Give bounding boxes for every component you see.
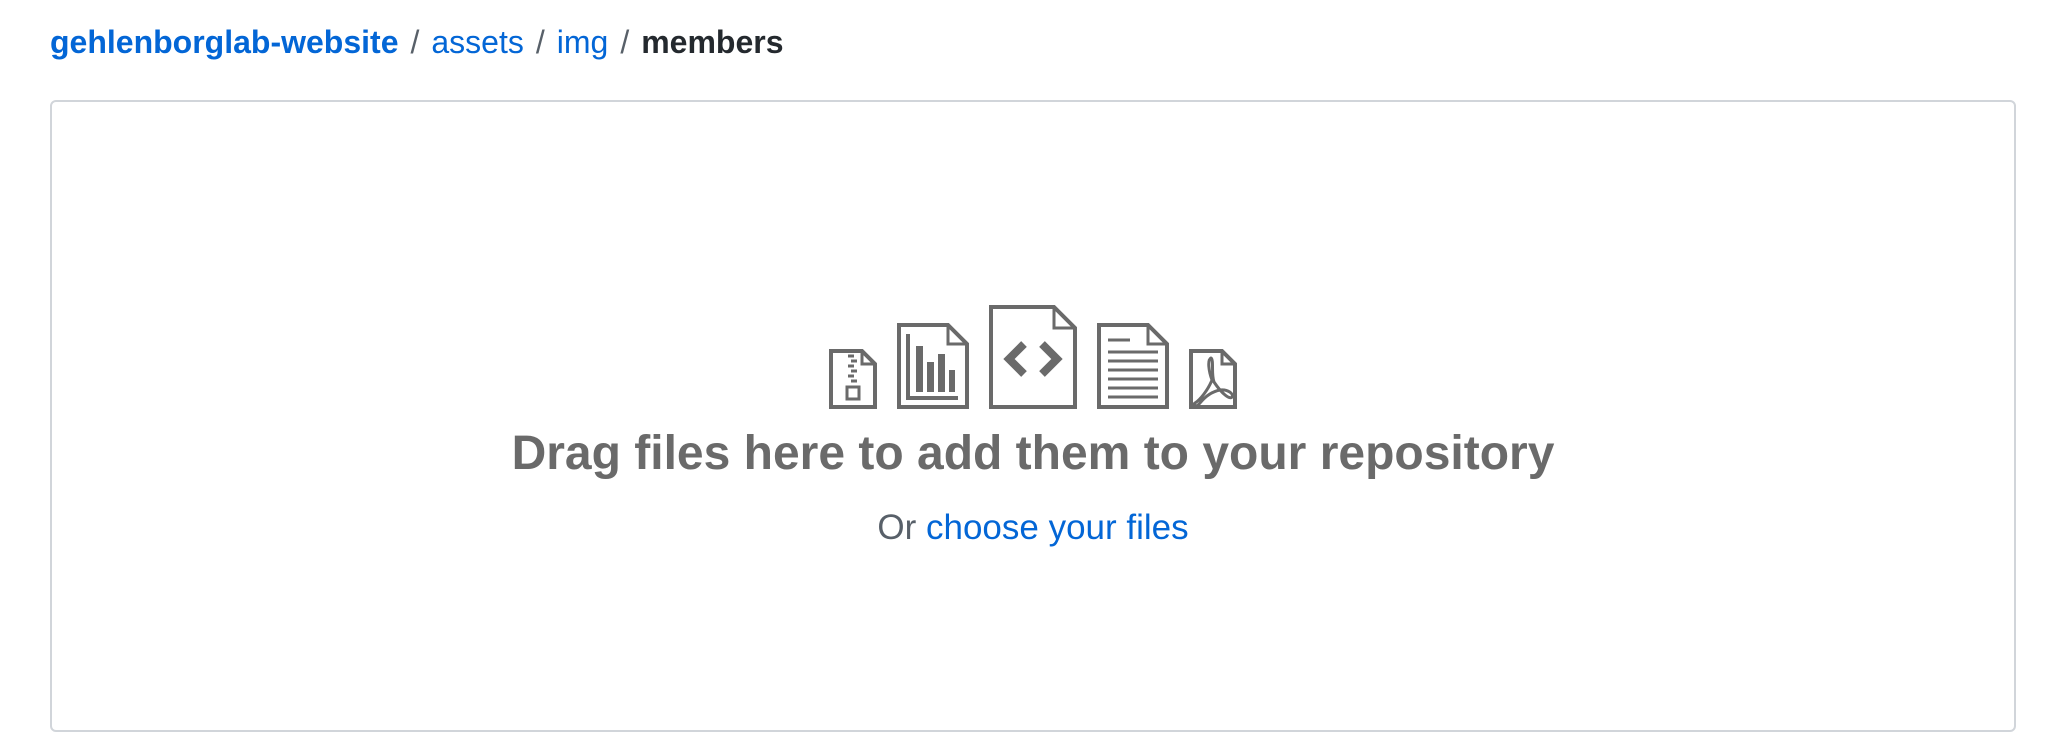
or-text: Or [877, 508, 917, 547]
breadcrumb: gehlenborglab-website / assets / img / m… [50, 22, 784, 62]
file-pdf-icon [1188, 348, 1238, 410]
breadcrumb-current-folder: members [641, 24, 784, 60]
file-zip-icon [828, 348, 878, 410]
file-drop-zone[interactable]: Drag files here to add them to your repo… [50, 100, 2016, 732]
drop-zone-headline: Drag files here to add them to your repo… [511, 427, 1555, 480]
choose-files-link[interactable]: choose your files [926, 508, 1189, 547]
file-text-icon [1096, 322, 1170, 410]
breadcrumb-separator: / [620, 24, 630, 60]
file-type-icons [52, 300, 2014, 410]
file-code-icon [988, 304, 1078, 410]
breadcrumb-folder-img[interactable]: img [557, 22, 609, 62]
drop-zone-subline: Or choose your files [52, 506, 2014, 550]
breadcrumb-repo-link[interactable]: gehlenborglab-website [50, 22, 398, 62]
breadcrumb-separator: / [535, 24, 545, 60]
breadcrumb-separator: / [410, 24, 420, 60]
file-media-chart-icon [896, 322, 970, 410]
breadcrumb-folder-assets[interactable]: assets [431, 22, 523, 62]
